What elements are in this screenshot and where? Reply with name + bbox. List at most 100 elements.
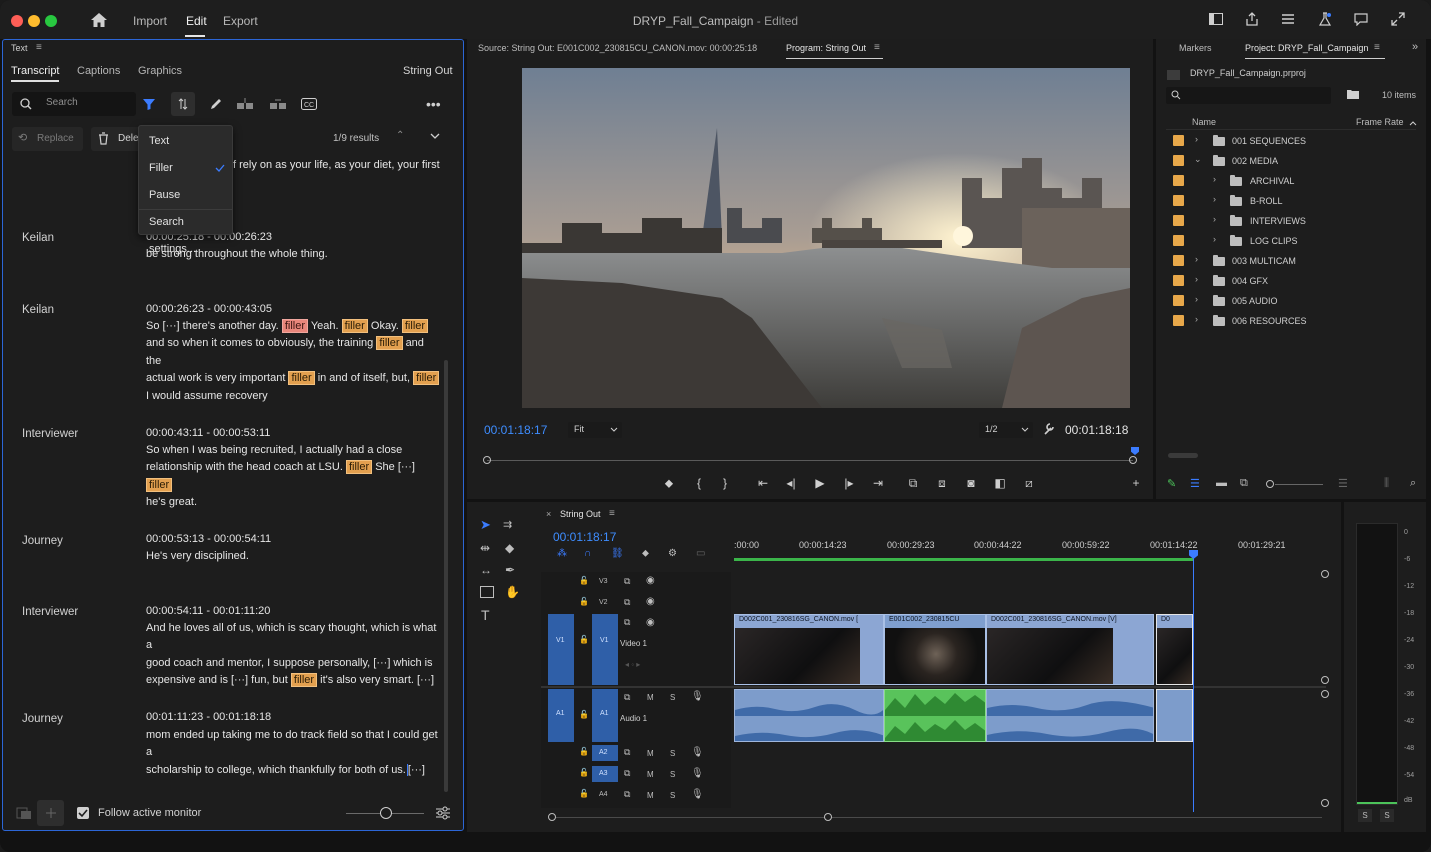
project-item[interactable]: › 003 MULTICAM [1166, 251, 1416, 271]
filler-tag[interactable]: filler [290, 673, 318, 688]
keyframe-nav-icon[interactable]: ◂ ◦ ▸ [625, 660, 640, 669]
chevron-right-icon[interactable]: › [1195, 294, 1198, 304]
go-to-out-icon[interactable]: ⇥ [870, 476, 886, 490]
dropdown-item-pause[interactable]: Pause [139, 182, 232, 209]
tab-transcript[interactable]: Transcript [11, 65, 60, 77]
solo-button[interactable]: S [670, 749, 675, 758]
project-item[interactable]: › INTERVIEWS [1166, 211, 1416, 231]
pen-tool-icon[interactable]: ✒ [505, 563, 515, 577]
video-audio-divider[interactable] [541, 686, 1326, 688]
mute-button[interactable]: M [647, 791, 654, 800]
project-item[interactable]: › LOG CLIPS [1166, 231, 1416, 251]
project-search-input[interactable] [1166, 87, 1331, 104]
project-item[interactable]: › 004 GFX [1166, 271, 1416, 291]
transcript-scrollbar[interactable] [444, 360, 448, 792]
chevron-down-icon[interactable] [429, 131, 441, 143]
ripple-edit-tool-icon[interactable]: ⇹ [480, 541, 490, 555]
audio-clip-selected[interactable] [1156, 689, 1193, 742]
video-clip[interactable]: D002C001_230816SG_CANON.mov [V] [986, 614, 1154, 685]
microphone-icon[interactable]: 🎙 [691, 768, 704, 779]
beta-flask-icon[interactable] [1317, 12, 1333, 28]
transcript-paragraph[interactable]: So [···] there's another day. filler Yea… [146, 318, 442, 405]
sync-lock-icon[interactable]: ⧉ [624, 692, 630, 703]
chevron-right-icon[interactable]: › [1213, 194, 1216, 204]
razor-tool-icon[interactable]: ◆ [505, 541, 514, 555]
speaker-label[interactable]: Interviewer [22, 606, 78, 618]
tab-captions[interactable]: Captions [77, 65, 120, 77]
tab-graphics[interactable]: Graphics [138, 65, 182, 77]
play-icon[interactable]: ▶ [812, 476, 828, 490]
eye-icon[interactable]: ◉ [646, 575, 655, 586]
go-to-in-icon[interactable]: ⇤ [755, 476, 771, 490]
freeform-view-icon[interactable]: ⧉ [1240, 477, 1248, 490]
project-item[interactable]: › 001 SEQUENCES [1166, 131, 1416, 151]
speaker-label[interactable]: Keilan [22, 232, 54, 244]
audio-clip[interactable] [986, 689, 1154, 742]
sync-lock-icon[interactable]: ⧉ [624, 789, 630, 800]
frame-rate-column[interactable]: Frame Rate [1356, 117, 1404, 127]
selection-tool-icon[interactable]: ➤ [480, 517, 491, 533]
delete-button[interactable]: Dele [91, 127, 141, 151]
fullscreen-icon[interactable] [1390, 12, 1406, 28]
sync-lock-icon[interactable]: ⧉ [624, 747, 630, 758]
track-a1-target[interactable]: A1 [592, 689, 618, 742]
captions-icon[interactable]: ▭ [696, 548, 705, 559]
chevron-right-icon[interactable]: › [1213, 214, 1216, 224]
vertical-scroll-handle[interactable] [1321, 799, 1329, 807]
chevron-up-icon[interactable]: ⌃ [396, 130, 404, 141]
chevron-right-icon[interactable]: › [1195, 314, 1198, 324]
chevron-right-icon[interactable]: › [1195, 274, 1198, 284]
sort-icon[interactable]: ☰ [1338, 477, 1348, 490]
find-icon[interactable]: ⌕ [1410, 477, 1416, 490]
add-marker-icon[interactable]: ⬥ [661, 476, 677, 491]
split-view-button[interactable] [171, 92, 195, 116]
a1-source-patch[interactable]: A1 [548, 689, 574, 742]
playhead-timecode[interactable]: 00:01:18:17 [484, 423, 547, 437]
vr-view-icon[interactable]: ⧄ [1021, 476, 1037, 491]
speaker-label[interactable]: Keilan [22, 304, 54, 316]
sync-lock-icon[interactable]: ⧉ [624, 617, 630, 628]
resolution-select[interactable]: 1/2 [979, 422, 1033, 438]
step-back-icon[interactable]: ◂| [783, 476, 799, 490]
dropdown-item-search-settings[interactable]: Search settings... [139, 209, 232, 255]
speaker-label[interactable]: Interviewer [22, 428, 78, 440]
rectangle-tool-icon[interactable] [480, 586, 494, 598]
expand-panels-icon[interactable]: » [1412, 41, 1418, 53]
vertical-scroll-handle[interactable] [1321, 676, 1329, 684]
mark-out-icon[interactable]: } [717, 476, 733, 490]
audio-clip[interactable] [734, 689, 884, 742]
lock-icon[interactable]: 🔓 [579, 768, 589, 777]
linked-selection-icon[interactable]: ⛓ [611, 548, 624, 559]
track-v1-target[interactable]: V1 [592, 614, 618, 685]
track-a2-target[interactable]: A2 [592, 745, 618, 761]
video-frame[interactable] [522, 68, 1130, 408]
eye-icon[interactable]: ◉ [646, 596, 655, 607]
track-a3-target[interactable]: A3 [592, 766, 618, 782]
markers-tab[interactable]: Markers [1179, 43, 1212, 53]
lock-icon[interactable]: 🔓 [579, 789, 589, 798]
panel-menu-icon[interactable]: ≡ [874, 42, 880, 53]
filler-tag[interactable]: filler [146, 477, 173, 492]
thumbnail-zoom-track[interactable] [1275, 484, 1323, 485]
track-label-v2[interactable]: V2 [599, 599, 608, 606]
pencil-icon[interactable] [209, 97, 223, 114]
transcript-paragraph[interactable]: And he loves all of us, which is scary t… [146, 620, 442, 690]
replace-button[interactable]: ⟲ Replace [12, 127, 83, 151]
project-scrollbar[interactable] [1168, 453, 1198, 458]
speaker-label[interactable]: Journey [22, 713, 63, 725]
panel-menu-icon[interactable]: ≡ [36, 42, 42, 53]
microphone-icon[interactable]: 🎙 [691, 747, 704, 758]
icon-view-icon[interactable]: ▬ [1216, 477, 1227, 489]
chevron-right-icon[interactable]: › [1195, 254, 1198, 264]
sync-lock-icon[interactable]: ⧉ [624, 576, 630, 587]
sync-lock-icon[interactable]: ⧉ [624, 768, 630, 779]
vertical-scroll-handle[interactable] [1321, 570, 1329, 578]
extract-icon[interactable]: ⧈ [934, 476, 950, 491]
playhead-line[interactable] [1193, 550, 1194, 812]
new-bin-icon[interactable] [1346, 88, 1360, 103]
thumbnail-zoom-handle[interactable] [1266, 480, 1274, 488]
project-item[interactable]: › ARCHIVAL [1166, 171, 1416, 191]
lock-icon[interactable]: 🔓 [579, 747, 589, 756]
eye-icon[interactable]: ◉ [646, 617, 655, 628]
solo-button[interactable]: S [670, 693, 675, 702]
